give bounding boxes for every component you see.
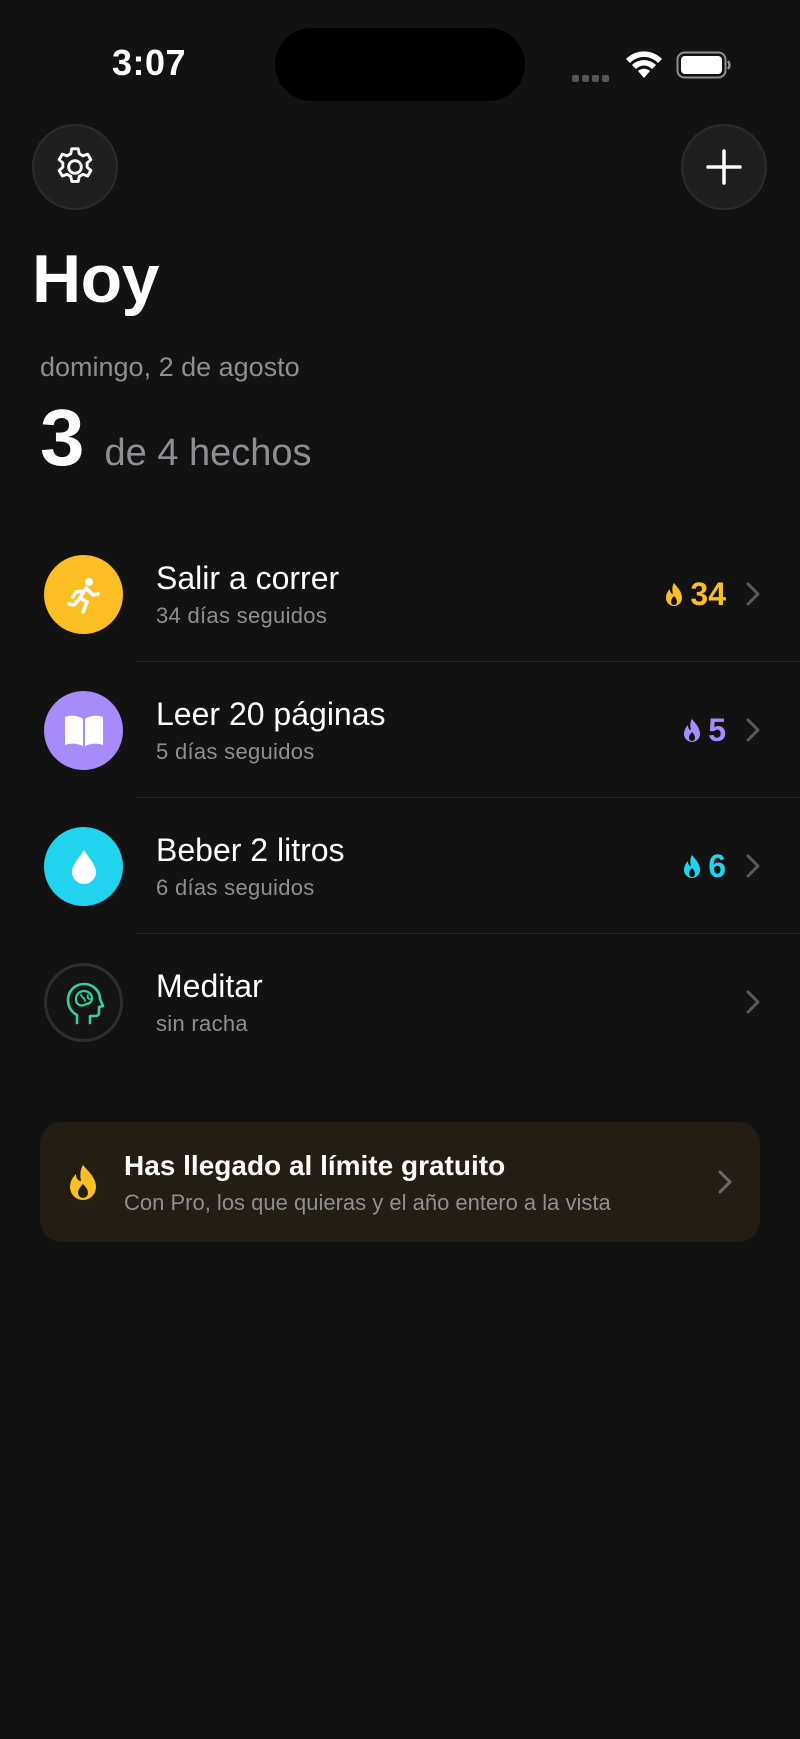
date-label: domingo, 2 de agosto (40, 352, 300, 382)
today-screen: 3:07 Hoy domingo, 2 de agosto 3 de 4 hec… (0, 0, 800, 1739)
status-time: 3:07 (112, 42, 187, 83)
running-icon (66, 577, 100, 614)
streak-count: 34 (690, 576, 726, 612)
habit-row-meditate[interactable]: Meditar sin racha (0, 934, 800, 1070)
habit-list: Salir a correr 34 días seguidos 34 Leer … (0, 526, 800, 1070)
habit-row-run[interactable]: Salir a correr 34 días seguidos 34 (0, 526, 800, 662)
streak-count: 5 (708, 712, 726, 748)
flame-icon (70, 1165, 96, 1200)
cellular-signal-icon (572, 69, 612, 87)
page-title: Hoy (32, 241, 159, 317)
habit-name: Salir a correr (156, 560, 340, 596)
book-icon (64, 715, 103, 746)
done-label: de 4 hechos (104, 432, 312, 474)
done-count: 3 (40, 393, 85, 482)
streak-badge: 34 (664, 576, 726, 613)
brain-head-icon (66, 982, 104, 1024)
streak-badge: 5 (682, 712, 726, 749)
plus-icon (706, 149, 742, 185)
progress-summary: 3 de 4 hechos (40, 398, 312, 478)
dynamic-island (275, 28, 525, 101)
flame-icon (666, 582, 683, 606)
wifi-icon (626, 51, 662, 78)
promo-subtitle: Con Pro, los que quieras y el año entero… (124, 1190, 611, 1215)
habit-icon-circle (44, 555, 123, 634)
habit-name: Leer 20 páginas (156, 696, 386, 732)
chevron-right-icon (746, 854, 760, 878)
flame-icon (684, 718, 701, 742)
habit-icon-circle (44, 691, 123, 770)
battery-icon (676, 51, 731, 79)
streak-badge: 6 (682, 848, 726, 885)
promo-title: Has llegado al límite gratuito (124, 1150, 506, 1181)
chevron-right-icon (746, 582, 760, 606)
habit-row-water[interactable]: Beber 2 litros 6 días seguidos 6 (0, 798, 800, 934)
streak-count: 6 (708, 848, 726, 884)
habit-row-read[interactable]: Leer 20 páginas 5 días seguidos 5 (0, 662, 800, 798)
water-drop-icon (71, 849, 96, 884)
upgrade-pro-banner[interactable]: Has llegado al límite gratuito Con Pro, … (40, 1122, 760, 1242)
gear-icon (57, 147, 93, 183)
habit-icon-circle (44, 963, 123, 1042)
habit-name: Beber 2 litros (156, 832, 345, 868)
chevron-right-icon (746, 990, 760, 1014)
habit-streak-text: 6 días seguidos (156, 875, 315, 900)
add-habit-button[interactable] (681, 124, 767, 210)
settings-button[interactable] (32, 124, 118, 210)
habit-streak-text: 5 días seguidos (156, 739, 315, 764)
chevron-right-icon (746, 718, 760, 742)
habit-name: Meditar (156, 968, 263, 1004)
habit-streak-text: 34 días seguidos (156, 603, 328, 628)
habit-icon-circle (44, 827, 123, 906)
chevron-right-icon (718, 1170, 732, 1194)
flame-icon (684, 854, 701, 878)
habit-streak-text: sin racha (156, 1011, 248, 1036)
